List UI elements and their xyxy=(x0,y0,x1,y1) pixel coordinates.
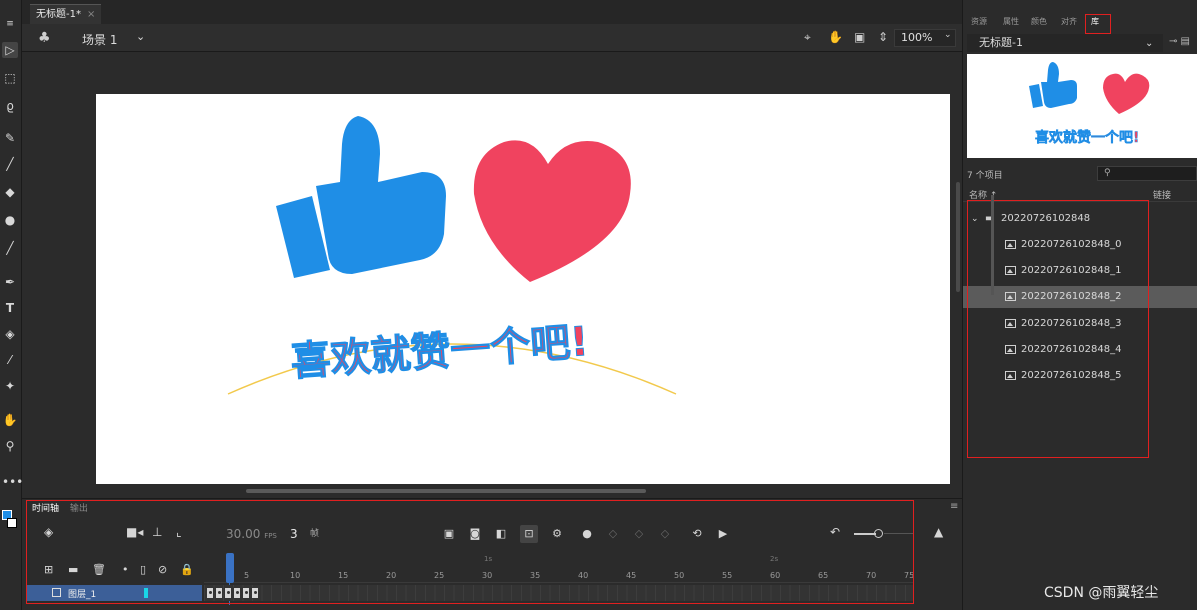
tab-properties[interactable]: 属性 xyxy=(1003,16,1019,27)
rotate-stage-icon[interactable]: ✋ xyxy=(828,30,843,44)
fill-color-swatch[interactable] xyxy=(7,518,17,528)
linkage-column-header[interactable]: 链接 xyxy=(1153,188,1171,201)
zoom-tool-icon[interactable]: ⚲ xyxy=(2,438,18,454)
slogan-text: 喜欢就赞一个吧! xyxy=(289,319,590,386)
preview-artwork: 喜欢就赞一个吧! xyxy=(1029,62,1150,146)
item-count: 7 个项目 xyxy=(967,171,1003,181)
stage-area: 喜欢就赞一个吧! xyxy=(22,52,962,498)
document-tab[interactable]: 无标题-1* × xyxy=(30,4,102,24)
panel-tab-bar: 资源 属性 颜色 对齐 库 xyxy=(963,14,1197,34)
search-icon: ⚲ xyxy=(1104,168,1111,178)
document-tab-bar: 无标题-1* × xyxy=(22,0,962,24)
thumbs-up-icon xyxy=(276,116,446,278)
library-items-highlight xyxy=(967,200,1149,458)
preview-slogan: 喜欢就赞一个吧! xyxy=(1035,129,1139,146)
zoom-chevron-icon[interactable]: ⌄ xyxy=(944,30,952,40)
library-scrollbar[interactable] xyxy=(991,195,994,295)
document-select-value: 无标题-1 xyxy=(979,36,1023,49)
library-count-row: 7 个项目 ⚲ xyxy=(963,164,1197,184)
animate-app-window: ≡ ▷ ⬚ ϱ ✎ ╱ ◆ ● ╱ ✒ T ◈ ⁄ ✦ ✋ ⚲ ••• 无标题-… xyxy=(0,0,1197,610)
horizontal-scrollbar[interactable] xyxy=(246,489,646,493)
library-tab-highlight xyxy=(1085,14,1111,34)
scene-label[interactable]: 场景 1 xyxy=(82,31,117,48)
document-tab-title: 无标题-1* xyxy=(36,9,81,20)
pin-tool-icon[interactable]: ✦ xyxy=(2,378,18,394)
watermark: CSDN @雨翼轻尘 xyxy=(1044,585,1159,601)
close-tab-icon[interactable]: × xyxy=(87,9,95,20)
text-tool-icon[interactable]: T xyxy=(2,300,18,316)
pin-library-icon[interactable]: ⊸ ▤ xyxy=(1169,36,1190,47)
selection-tool-icon[interactable]: ▷ xyxy=(2,42,18,58)
vertical-scrollbar[interactable] xyxy=(956,182,960,292)
paint-brush-tool-icon[interactable]: ╱ xyxy=(2,156,18,172)
zoom-value: 100% xyxy=(901,31,933,44)
brush-tool-icon[interactable]: ✎ xyxy=(2,130,18,146)
hand-tool-icon[interactable]: ✋ xyxy=(2,412,18,428)
library-preview: 喜欢就赞一个吧! xyxy=(967,54,1197,158)
scene-icon[interactable]: ♣ xyxy=(38,30,51,46)
panel-menu-icon[interactable]: ≡ xyxy=(2,16,18,32)
stage-artwork: 喜欢就赞一个吧! xyxy=(227,116,677,395)
library-search-input[interactable]: ⚲ xyxy=(1097,166,1197,181)
line-tool-icon[interactable]: ╱ xyxy=(2,240,18,256)
timeline-panel: 时间轴 输出 ≡ ◈ ■◂ ⊥ ⌞ 30.00 FPS 3 帧 ▣ ◙ ◧ ⊡ … xyxy=(22,498,962,610)
heart-icon xyxy=(473,140,631,282)
lasso-tool-icon[interactable]: ϱ xyxy=(2,98,18,114)
snap-center-icon[interactable]: ⌖ xyxy=(804,30,811,45)
chevron-down-icon: ⌄ xyxy=(1145,38,1154,49)
stage-canvas[interactable]: 喜欢就赞一个吧! xyxy=(96,94,950,484)
paint-bucket-tool-icon[interactable]: ◈ xyxy=(2,326,18,342)
zoom-stepper-icon[interactable]: ⇕ xyxy=(878,30,888,44)
oval-tool-icon[interactable]: ● xyxy=(2,212,18,228)
eyedropper-tool-icon[interactable]: ⁄ xyxy=(2,352,18,368)
chevron-down-icon[interactable]: ⌄ xyxy=(136,30,145,43)
more-tools-icon[interactable]: ••• xyxy=(2,474,23,490)
pen-tool-icon[interactable]: ✒ xyxy=(2,274,18,290)
scene-bar: ♣ 场景 1 ⌄ ⌖ ✋ ▣ ⇕ 100% ⌄ xyxy=(22,24,962,52)
library-panel: 资源 属性 颜色 对齐 库 无标题-1 ⌄ ⊸ ▤ 喜欢就赞一个吧! 7 个项目… xyxy=(962,0,1197,610)
tab-align[interactable]: 对齐 xyxy=(1061,16,1077,27)
free-transform-tool-icon[interactable]: ⬚ xyxy=(2,70,18,86)
document-select[interactable]: 无标题-1 ⌄ xyxy=(967,34,1163,52)
clip-stage-icon[interactable]: ▣ xyxy=(854,30,865,44)
panel-menu-icon[interactable]: ≡ xyxy=(950,501,958,512)
eraser-tool-icon[interactable]: ◆ xyxy=(2,184,18,200)
tab-assets[interactable]: 资源 xyxy=(971,16,987,27)
expand-timeline-icon[interactable]: ▲ xyxy=(934,525,943,539)
timeline-highlight xyxy=(26,500,914,604)
tab-color[interactable]: 颜色 xyxy=(1031,16,1047,27)
